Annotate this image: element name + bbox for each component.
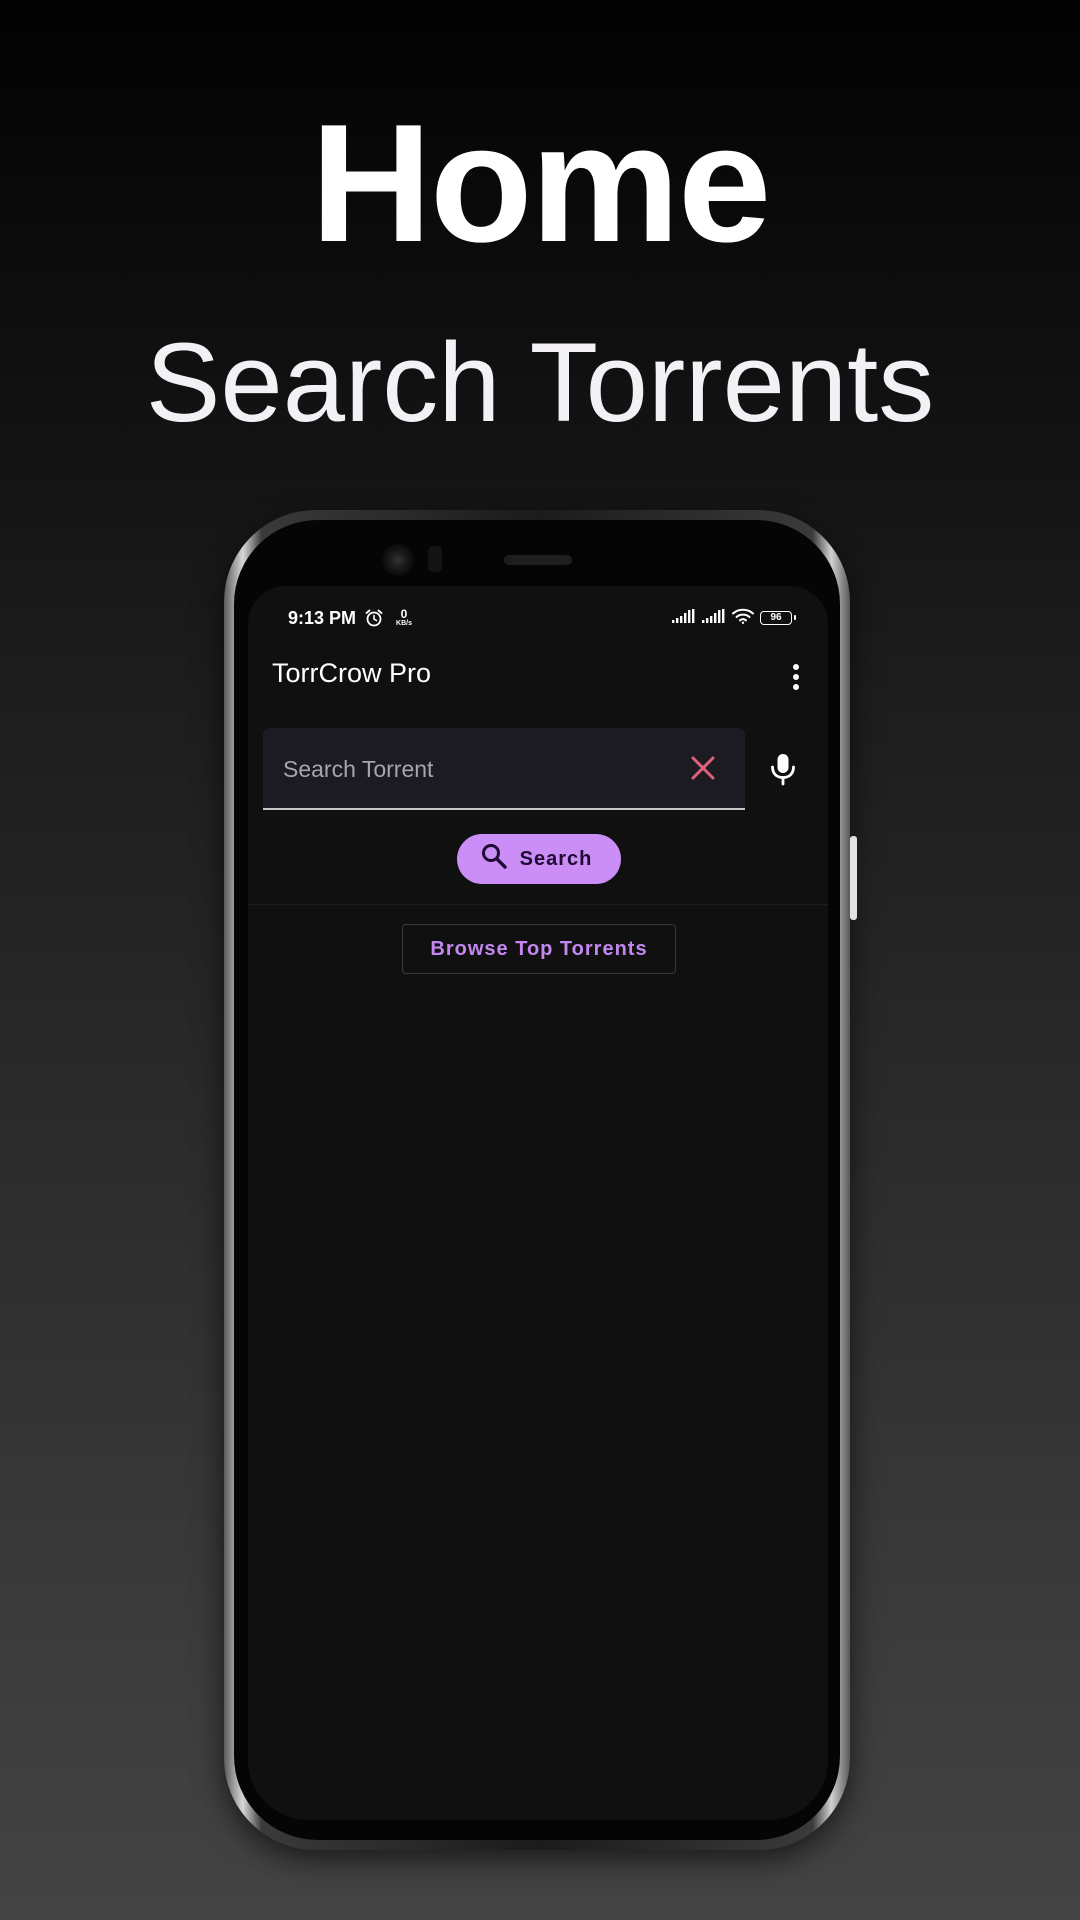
more-vertical-icon[interactable] xyxy=(784,662,808,692)
alarm-icon xyxy=(364,608,384,633)
status-bar: 9:13 PM 0 KB/s 96 xyxy=(248,586,828,642)
earpiece-speaker xyxy=(504,555,572,565)
promo-subtitle: Search Torrents xyxy=(145,320,935,445)
signal-icon xyxy=(672,608,696,628)
phone-screen: 9:13 PM 0 KB/s 96 TorrCrow Pro Search To… xyxy=(248,586,828,1820)
network-speed: 0 KB/s xyxy=(392,608,416,628)
battery-icon: 96 xyxy=(760,611,796,625)
search-button[interactable]: Search xyxy=(457,834,621,884)
search-input[interactable] xyxy=(281,728,675,810)
front-camera xyxy=(382,544,414,576)
search-icon xyxy=(480,842,508,876)
search-button-label: Search xyxy=(519,847,593,870)
network-speed-unit: KB/s xyxy=(396,620,412,627)
promo-title: Home xyxy=(310,89,772,277)
close-icon[interactable] xyxy=(689,754,717,782)
wifi-icon xyxy=(732,608,754,629)
microphone-icon[interactable] xyxy=(764,750,802,788)
search-field[interactable] xyxy=(263,728,745,810)
app-title: TorrCrow Pro xyxy=(272,658,432,688)
divider xyxy=(248,904,828,905)
status-time: 9:13 PM xyxy=(288,608,357,628)
browse-button-label: Browse Top Torrents xyxy=(430,937,648,960)
browse-top-torrents-button[interactable]: Browse Top Torrents xyxy=(402,924,676,974)
status-icons: 96 xyxy=(672,608,796,629)
network-speed-value: 0 xyxy=(400,607,408,621)
signal-icon xyxy=(702,608,726,628)
phone-side-detail xyxy=(851,1004,856,1014)
phone-side-button xyxy=(850,836,857,920)
phone-side-detail xyxy=(851,1160,856,1170)
proximity-sensor xyxy=(428,546,442,572)
